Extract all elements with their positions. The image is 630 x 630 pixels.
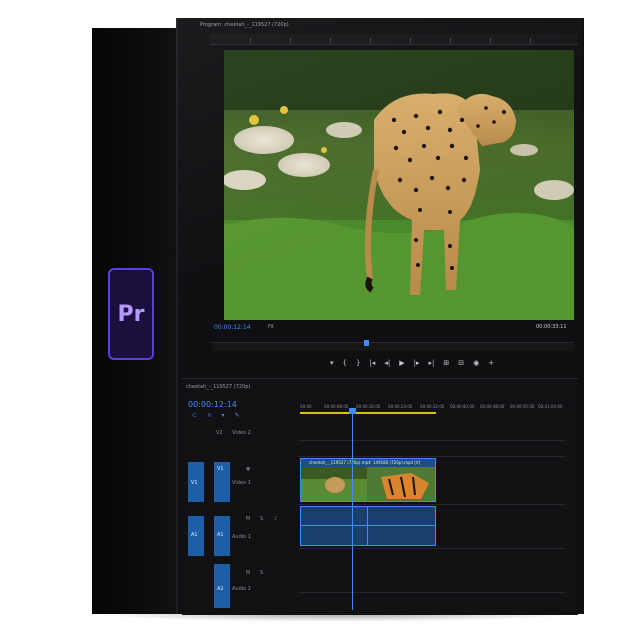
track-label-a2: A2 xyxy=(217,586,224,592)
video-clip[interactable]: cheetah_-_119527 (720p).mp4 149180 (720p… xyxy=(300,458,436,502)
step-forward-button[interactable]: |▸ xyxy=(414,356,420,370)
monitor-ruler xyxy=(210,34,578,45)
button-editor-icon[interactable]: + xyxy=(488,356,494,370)
program-video-frame[interactable] xyxy=(224,50,574,320)
track-divider xyxy=(298,548,566,549)
eye-icon[interactable]: ◉ xyxy=(246,466,250,472)
step-back-button[interactable]: ◂| xyxy=(384,356,390,370)
timeline-tools: ⊂ ∩ ▾ ✎ xyxy=(192,412,239,419)
timeline-timecode[interactable]: 00:00:12:14 xyxy=(188,400,237,409)
ruler-label: 00:00:08:00 xyxy=(324,404,349,409)
track-name-a2: Audio 2 xyxy=(232,586,251,592)
ruler-label: 00:00:40:00 xyxy=(450,404,475,409)
ruler-label: 00:00:56:00 xyxy=(510,404,535,409)
monitor-playhead[interactable] xyxy=(364,340,369,346)
timeline-playhead-line[interactable] xyxy=(352,410,353,610)
cheetah-video-frame xyxy=(224,50,574,320)
track-divider xyxy=(298,440,566,441)
clip-boundary xyxy=(367,507,368,545)
mute-icon[interactable]: M xyxy=(246,570,250,576)
clip-thumbnails xyxy=(301,459,435,501)
linked-selection-icon[interactable]: ∩ xyxy=(207,412,211,419)
track-name-a1: Audio 1 xyxy=(232,534,251,540)
track-label-a1: A1 xyxy=(217,532,224,538)
source-a1-label: A1 xyxy=(191,532,198,538)
audio-clip[interactable] xyxy=(300,506,436,546)
track-name-v1: Video 1 xyxy=(232,480,251,486)
work-area-bar[interactable] xyxy=(300,412,436,414)
export-frame-icon[interactable]: ◉ xyxy=(473,356,479,370)
mute-icon[interactable]: M xyxy=(246,516,250,522)
program-timecode-current[interactable]: 00:00:12:14 xyxy=(214,324,251,331)
clip-label-tiger: 149180 (720p).mp4 [V] xyxy=(373,460,421,465)
track-divider xyxy=(298,504,566,505)
monitor-scrub-bar[interactable] xyxy=(212,342,574,351)
source-v1-label: V1 xyxy=(191,480,198,486)
program-monitor-title[interactable]: Program: cheetah_-_119527 (720p) xyxy=(200,22,289,28)
add-marker-button[interactable]: ▾ xyxy=(330,356,334,370)
track-label-v2[interactable]: V2 xyxy=(216,430,223,436)
track-name-v2: Video 2 xyxy=(232,430,251,436)
program-timecode-duration: 00:00:33:11 xyxy=(536,324,567,330)
ruler-label: 00:00:16:00 xyxy=(356,404,381,409)
timeline-playhead[interactable] xyxy=(349,408,356,414)
add-marker-icon[interactable]: ▾ xyxy=(221,412,224,419)
track-divider xyxy=(298,592,566,593)
solo-icon[interactable]: S xyxy=(260,570,263,576)
ruler-label: 00:00:32:00 xyxy=(420,404,445,409)
ruler-label: 00:00 xyxy=(300,404,312,409)
go-to-in-button[interactable]: |◂ xyxy=(369,356,375,370)
track-label-v1: V1 xyxy=(217,466,224,472)
mic-icon[interactable]: ♪ xyxy=(274,516,277,522)
ruler-label: 00:00:24:00 xyxy=(388,404,413,409)
transport-controls: ▾ { } |◂ ◂| ▶ |▸ ▸| ⊞ ⊟ ◉ + xyxy=(330,356,530,370)
mark-in-button[interactable]: { xyxy=(343,356,347,370)
audio-level-line xyxy=(301,525,435,526)
play-button[interactable]: ▶ xyxy=(399,356,404,370)
extract-button[interactable]: ⊟ xyxy=(458,356,464,370)
clip-label-cheetah: cheetah_-_119527 (720p).mp4 xyxy=(309,460,371,465)
settings-wrench-icon[interactable]: ✎ xyxy=(234,412,239,419)
mark-out-button[interactable]: } xyxy=(356,356,360,370)
lift-button[interactable]: ⊞ xyxy=(443,356,449,370)
timeline-sequence-tab[interactable]: cheetah_-_119527 (720p) xyxy=(186,384,250,390)
zoom-level-dropdown[interactable]: Fit xyxy=(268,324,274,330)
solo-icon[interactable]: S xyxy=(260,516,263,522)
track-divider xyxy=(298,456,566,457)
premiere-logo: Pr xyxy=(108,268,154,360)
ruler-label: 00:00:48:00 xyxy=(480,404,505,409)
logo-text: Pr xyxy=(117,301,145,327)
ruler-label: 00:01:04:00 xyxy=(538,404,563,409)
go-to-out-button[interactable]: ▸| xyxy=(428,356,434,370)
snap-icon[interactable]: ⊂ xyxy=(192,412,197,419)
